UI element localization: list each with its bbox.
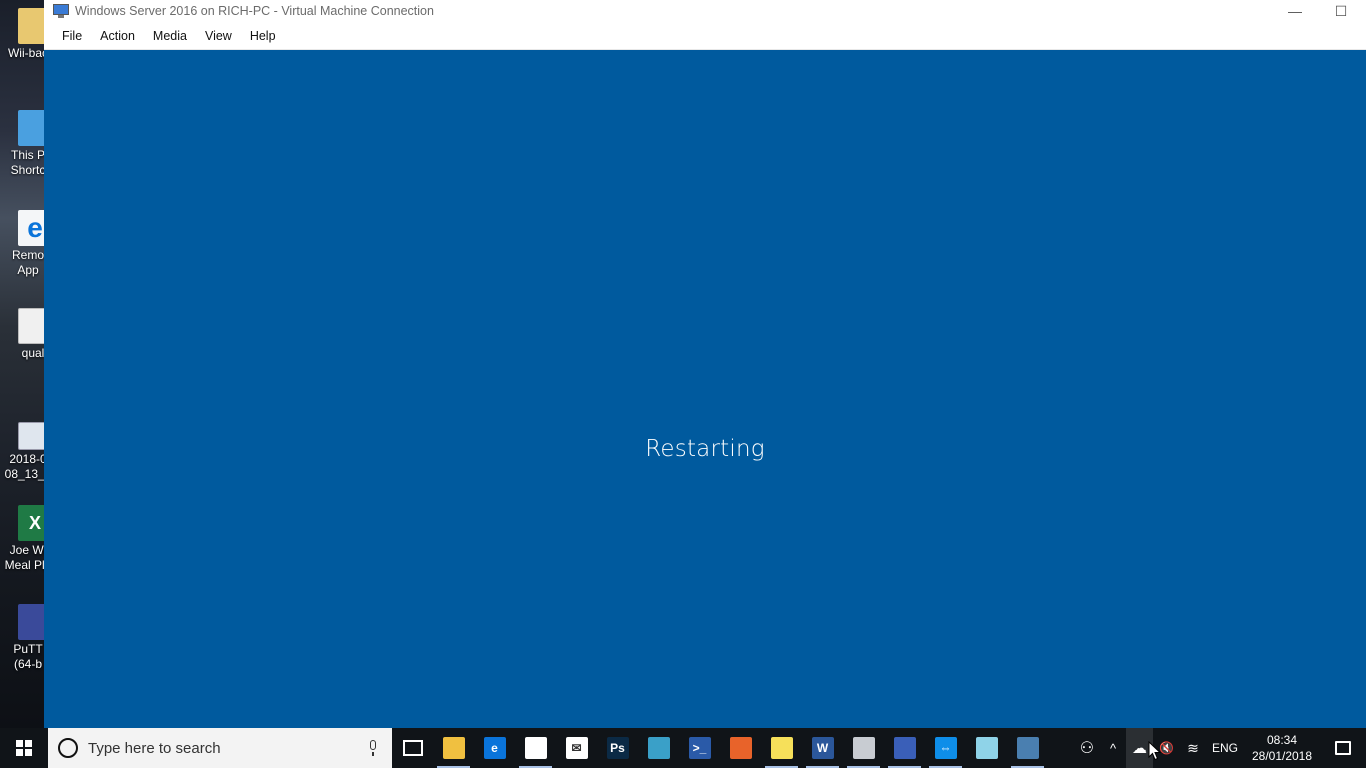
desktop-icon-meal-plan[interactable]: X Joe Wi Meal Pla [0, 505, 44, 573]
powershell-icon: >_ [688, 737, 711, 759]
input-language[interactable]: ENG [1206, 728, 1244, 768]
desktop: Wii-bac This P Shortc e Remo App qual 20… [0, 0, 44, 728]
desktop-icon-label: 2018-0 08_13_2 [4, 452, 44, 481]
menu-help[interactable]: Help [241, 22, 285, 50]
menu-view[interactable]: View [196, 22, 241, 50]
desktop-icon-this-pc[interactable]: This P Shortc [0, 110, 44, 178]
menu-file[interactable]: File [53, 22, 91, 50]
people-icon[interactable]: ⚇ [1074, 728, 1100, 768]
hyper-v-taskbar-button[interactable] [1007, 728, 1048, 768]
desktop-icon-wii-backup[interactable]: Wii-bac [0, 8, 44, 61]
cortana-icon [58, 738, 78, 758]
show-hidden-icons-chevron-icon[interactable]: ^ [1100, 728, 1126, 768]
azure-storage-taskbar-button[interactable] [638, 728, 679, 768]
desktop-icon-label: qual [21, 346, 44, 360]
this-pc-icon [18, 110, 44, 146]
windows-logo-icon [16, 740, 32, 756]
task-view-taskbar-button[interactable] [392, 728, 433, 768]
desktop-icon-screenshot[interactable]: 2018-0 08_13_2 [0, 422, 44, 482]
store-icon [524, 737, 547, 759]
notepad-taskbar-button[interactable] [966, 728, 1007, 768]
desktop-icon-label: PuTT (64-b [13, 642, 43, 671]
screenshot-icon [18, 422, 44, 450]
excel-icon: X [18, 505, 44, 541]
desktop-icon-label: Remo App [11, 248, 44, 277]
taskbar-apps: e ✉ Ps >_ W ⇔ [392, 728, 1048, 768]
start-button[interactable] [0, 728, 48, 768]
microphone-icon[interactable] [368, 740, 378, 757]
clock[interactable]: 08:34 28/01/2018 [1244, 732, 1320, 764]
photoshop-icon: Ps [606, 737, 629, 759]
hyper-v-icon [1016, 737, 1039, 759]
window-title: Windows Server 2016 on RICH-PC - Virtual… [75, 4, 434, 18]
powershell-taskbar-button[interactable]: >_ [679, 728, 720, 768]
wifi-icon[interactable]: ≋ [1180, 728, 1206, 768]
file-explorer-icon [442, 737, 465, 759]
photoshop-taskbar-button[interactable]: Ps [597, 728, 638, 768]
notepad-icon [975, 737, 998, 759]
minimize-button[interactable]: — [1272, 0, 1318, 22]
remote-desktop-taskbar-button[interactable] [884, 728, 925, 768]
search-placeholder: Type here to search [88, 739, 221, 757]
vm-connection-window: Windows Server 2016 on RICH-PC - Virtual… [44, 0, 1366, 728]
action-center-button[interactable] [1320, 728, 1366, 768]
mail-icon: ✉ [565, 737, 588, 759]
putty-icon [18, 604, 44, 640]
vm-connection-icon [53, 4, 69, 18]
firefox-icon [729, 737, 752, 759]
folder-icon [18, 8, 44, 44]
word-taskbar-button[interactable]: W [802, 728, 843, 768]
teamviewer-icon: ⇔ [934, 737, 957, 759]
sticky-notes-taskbar-button[interactable] [761, 728, 802, 768]
edge-taskbar-button[interactable]: e [474, 728, 515, 768]
firefox-taskbar-button[interactable] [720, 728, 761, 768]
document-icon [18, 308, 44, 344]
system-tray: ⚇ ^ ☁ 🔇 ≋ ENG 08:34 28/01/2018 [1074, 728, 1366, 768]
desktop-icon-qual[interactable]: qual [0, 308, 44, 361]
menu-media[interactable]: Media [144, 22, 196, 50]
desktop-icon-label: Joe Wi Meal Pla [4, 543, 44, 572]
azure-storage-icon [647, 737, 670, 759]
desktop-icon-putty[interactable]: PuTT (64-b [0, 604, 44, 672]
store-taskbar-button[interactable] [515, 728, 556, 768]
desktop-icon-remote-app[interactable]: e Remo App [0, 210, 44, 278]
edge-icon: e [18, 210, 44, 246]
photos-icon [852, 737, 875, 759]
mail-taskbar-button[interactable]: ✉ [556, 728, 597, 768]
task-view-icon [402, 740, 423, 756]
remote-desktop-icon [893, 737, 916, 759]
desktop-icon-label: This P Shortc [10, 148, 44, 177]
menu-bar: File Action Media View Help [44, 22, 1366, 50]
sticky-notes-icon [770, 737, 793, 759]
search-box[interactable]: Type here to search [48, 728, 392, 768]
mouse-cursor-icon [1148, 741, 1162, 761]
clock-time: 08:34 [1266, 733, 1298, 747]
file-explorer-taskbar-button[interactable] [433, 728, 474, 768]
teamviewer-taskbar-button[interactable]: ⇔ [925, 728, 966, 768]
vm-screen[interactable]: Restarting [44, 50, 1366, 728]
desktop-icon-label: Wii-bac [7, 46, 44, 60]
title-bar[interactable]: Windows Server 2016 on RICH-PC - Virtual… [44, 0, 1366, 22]
menu-action[interactable]: Action [91, 22, 144, 50]
maximize-button[interactable]: ☐ [1318, 0, 1364, 22]
word-icon: W [811, 737, 834, 759]
clock-date: 28/01/2018 [1251, 749, 1313, 763]
notifications-icon [1335, 741, 1351, 755]
photos-taskbar-button[interactable] [843, 728, 884, 768]
edge-icon: e [483, 737, 506, 759]
restarting-status: Restarting [645, 436, 765, 462]
